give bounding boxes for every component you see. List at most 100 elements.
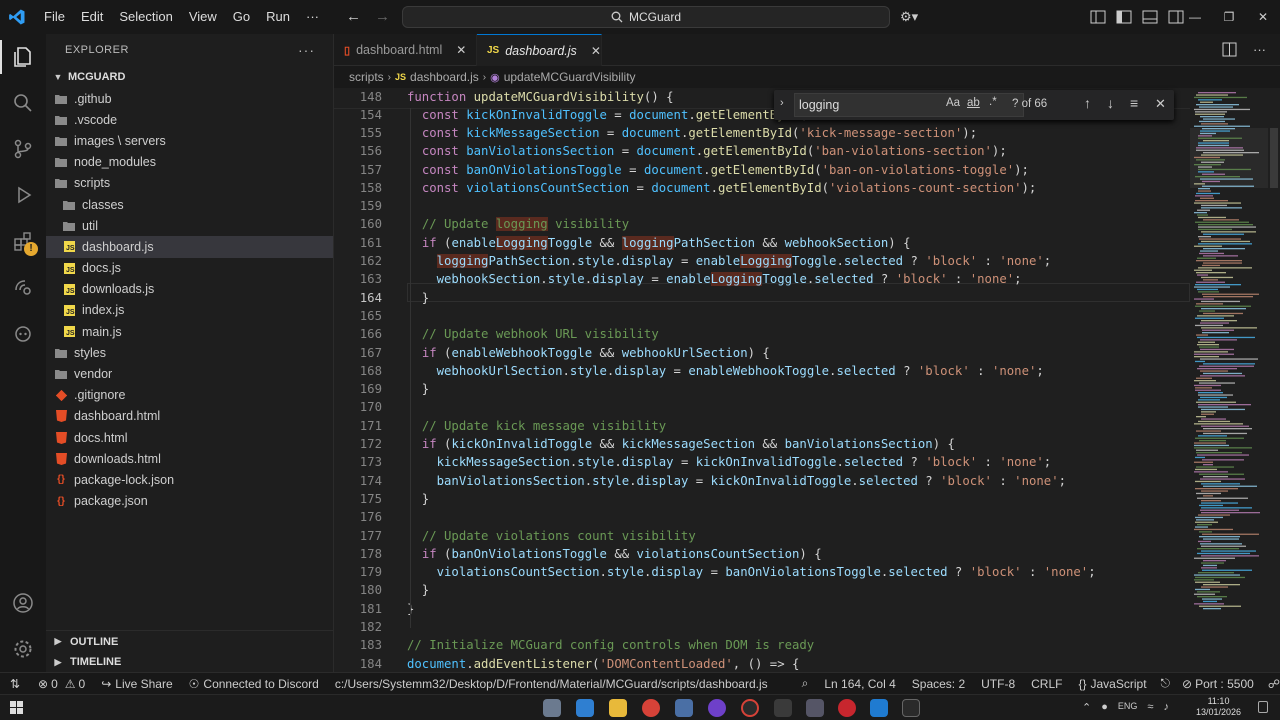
close-find-icon[interactable]: ✕	[1155, 96, 1166, 112]
menu-run[interactable]: Run	[258, 0, 298, 34]
code-editor[interactable]: 148 function updateMCGuardVisibility() {1…	[334, 88, 1190, 672]
close-tab-icon[interactable]: ✕	[591, 44, 601, 58]
tree-item[interactable]: scripts	[46, 173, 333, 194]
tab-dashboard-js[interactable]: JS dashboard.js ✕	[477, 34, 602, 66]
file-explorer-icon[interactable]	[609, 699, 627, 717]
previous-match-icon[interactable]: ↑	[1084, 95, 1091, 111]
indentation[interactable]: Spaces: 2	[912, 677, 965, 691]
menu-view[interactable]: View	[181, 0, 225, 34]
terminal-icon[interactable]	[902, 699, 920, 717]
back-arrow-icon[interactable]: ←	[346, 8, 361, 25]
next-match-icon[interactable]: ↓	[1107, 95, 1114, 111]
windows-start-icon[interactable]	[10, 701, 23, 714]
tree-item[interactable]: util	[46, 215, 333, 236]
source-control-activity[interactable]	[0, 126, 46, 172]
tree-item[interactable]: .github	[46, 88, 333, 109]
breadcrumb-file[interactable]: dashboard.js	[410, 70, 479, 84]
customize-layout-icon[interactable]	[1090, 9, 1106, 25]
live-share-button[interactable]: ↪ Live Share	[101, 677, 172, 691]
tree-item[interactable]: JS dashboard.js	[46, 236, 333, 258]
language-indicator[interactable]: ENG	[1118, 701, 1138, 714]
menu-selection[interactable]: Selection	[111, 0, 180, 34]
app-alt-icon[interactable]	[774, 699, 792, 717]
tree-item[interactable]: images \ servers	[46, 130, 333, 151]
tree-item[interactable]: {} package.json	[46, 491, 333, 512]
chrome-alt-icon[interactable]	[741, 699, 759, 717]
tree-item[interactable]: JS downloads.js	[46, 279, 333, 300]
more-actions-icon[interactable]: ···	[298, 42, 315, 58]
menu-file[interactable]: File	[36, 0, 73, 34]
app-icon[interactable]	[675, 699, 693, 717]
cursor-position[interactable]: Ln 164, Col 4	[824, 677, 895, 691]
language-mode[interactable]: {} JavaScript	[1078, 677, 1146, 691]
close-window-icon[interactable]: ✕	[1246, 0, 1280, 34]
chrome-icon[interactable]	[642, 699, 660, 717]
wifi-icon[interactable]: ≈	[1147, 701, 1153, 714]
scrollbar-thumb[interactable]	[1270, 128, 1278, 188]
explorer-app-icon[interactable]	[576, 699, 594, 717]
tree-item[interactable]: JS index.js	[46, 300, 333, 321]
use-regex-toggle[interactable]: .*	[989, 96, 997, 108]
vertical-scrollbar[interactable]	[1268, 88, 1280, 672]
more-actions-icon[interactable]: ···	[1253, 42, 1266, 57]
tree-item[interactable]: {} package-lock.json	[46, 469, 333, 490]
tree-item[interactable]: classes	[46, 194, 333, 215]
problems-indicator[interactable]: ⊗ 0 ⚠ 0	[38, 677, 85, 691]
notifications-icon[interactable]: ☍	[1268, 677, 1280, 691]
close-tab-icon[interactable]: ✕	[456, 43, 466, 57]
record-icon[interactable]	[838, 699, 856, 717]
tree-item[interactable]: styles	[46, 342, 333, 363]
accounts-activity[interactable]	[0, 580, 46, 626]
volume-icon[interactable]: ♪	[1163, 701, 1169, 714]
toggle-panel-icon[interactable]	[1142, 9, 1158, 25]
minimize-icon[interactable]: —	[1178, 0, 1212, 34]
toggle-primary-sidebar-icon[interactable]	[1116, 9, 1132, 25]
microphone-icon[interactable]: ●	[1101, 701, 1108, 714]
menu-go[interactable]: Go	[225, 0, 258, 34]
remote-explorer-activity[interactable]	[0, 264, 46, 310]
vscode-taskbar-icon[interactable]	[870, 699, 888, 717]
clock[interactable]: 11:10 13/01/2026	[1196, 696, 1241, 718]
explorer-activity[interactable]	[0, 34, 46, 80]
bell-icon[interactable]: ⎋	[1161, 676, 1171, 691]
menu-edit[interactable]: Edit	[73, 0, 111, 34]
manage-activity[interactable]	[0, 626, 46, 672]
github-icon[interactable]	[708, 699, 726, 717]
tree-item[interactable]: .gitignore	[46, 385, 333, 406]
media-icon[interactable]	[806, 699, 824, 717]
split-editor-icon[interactable]	[1222, 42, 1237, 57]
timeline-section[interactable]: ▶ TIMELINE	[46, 651, 334, 673]
remote-indicator-icon[interactable]: ⇅	[0, 677, 30, 691]
menu-more[interactable]: ···	[298, 0, 327, 34]
tree-item[interactable]: JS main.js	[46, 321, 333, 342]
match-whole-word-toggle[interactable]: ab	[967, 97, 980, 109]
tree-item[interactable]: node_modules	[46, 152, 333, 173]
tray-chevron-icon[interactable]: ⌃	[1082, 701, 1091, 714]
zoom-icon[interactable]: ⌕	[802, 676, 809, 691]
task-view-icon[interactable]	[543, 699, 561, 717]
search-activity[interactable]	[0, 80, 46, 126]
restore-icon[interactable]: ❐	[1212, 0, 1246, 34]
find-in-selection-icon[interactable]: ≡	[1130, 95, 1138, 111]
tree-item[interactable]: downloads.html	[46, 448, 333, 469]
tree-item[interactable]: .vscode	[46, 109, 333, 130]
match-case-toggle[interactable]: Aa	[946, 97, 960, 109]
tree-item[interactable]: vendor	[46, 363, 333, 384]
file-path[interactable]: c:/Users/Systemm32/Desktop/D/Frontend/Ma…	[335, 677, 768, 691]
discord-status[interactable]: ☉ Connected to Discord	[189, 677, 319, 691]
extensions-activity[interactable]: !	[0, 218, 46, 264]
notification-center-icon[interactable]	[1258, 701, 1268, 713]
tree-item[interactable]: dashboard.html	[46, 406, 333, 427]
forward-arrow-icon[interactable]: →	[375, 8, 390, 25]
live-server-port[interactable]: ⊘ Port : 5500	[1182, 677, 1254, 691]
line-endings[interactable]: CRLF	[1031, 677, 1062, 691]
breadcrumb-folder[interactable]: scripts	[349, 70, 384, 84]
copilot-icon[interactable]: ⚙▾	[900, 9, 918, 25]
tree-item[interactable]: JS docs.js	[46, 258, 333, 279]
breadcrumb-symbol[interactable]: updateMCGuardVisibility	[504, 70, 636, 84]
toggle-replace-icon[interactable]: ›	[780, 97, 784, 109]
tab-dashboard-html[interactable]: ▯ dashboard.html ✕	[334, 34, 477, 66]
command-center-search[interactable]: MCGuard	[402, 6, 890, 28]
tree-item[interactable]: docs.html	[46, 427, 333, 448]
outline-section[interactable]: ▶ OUTLINE	[46, 630, 334, 652]
